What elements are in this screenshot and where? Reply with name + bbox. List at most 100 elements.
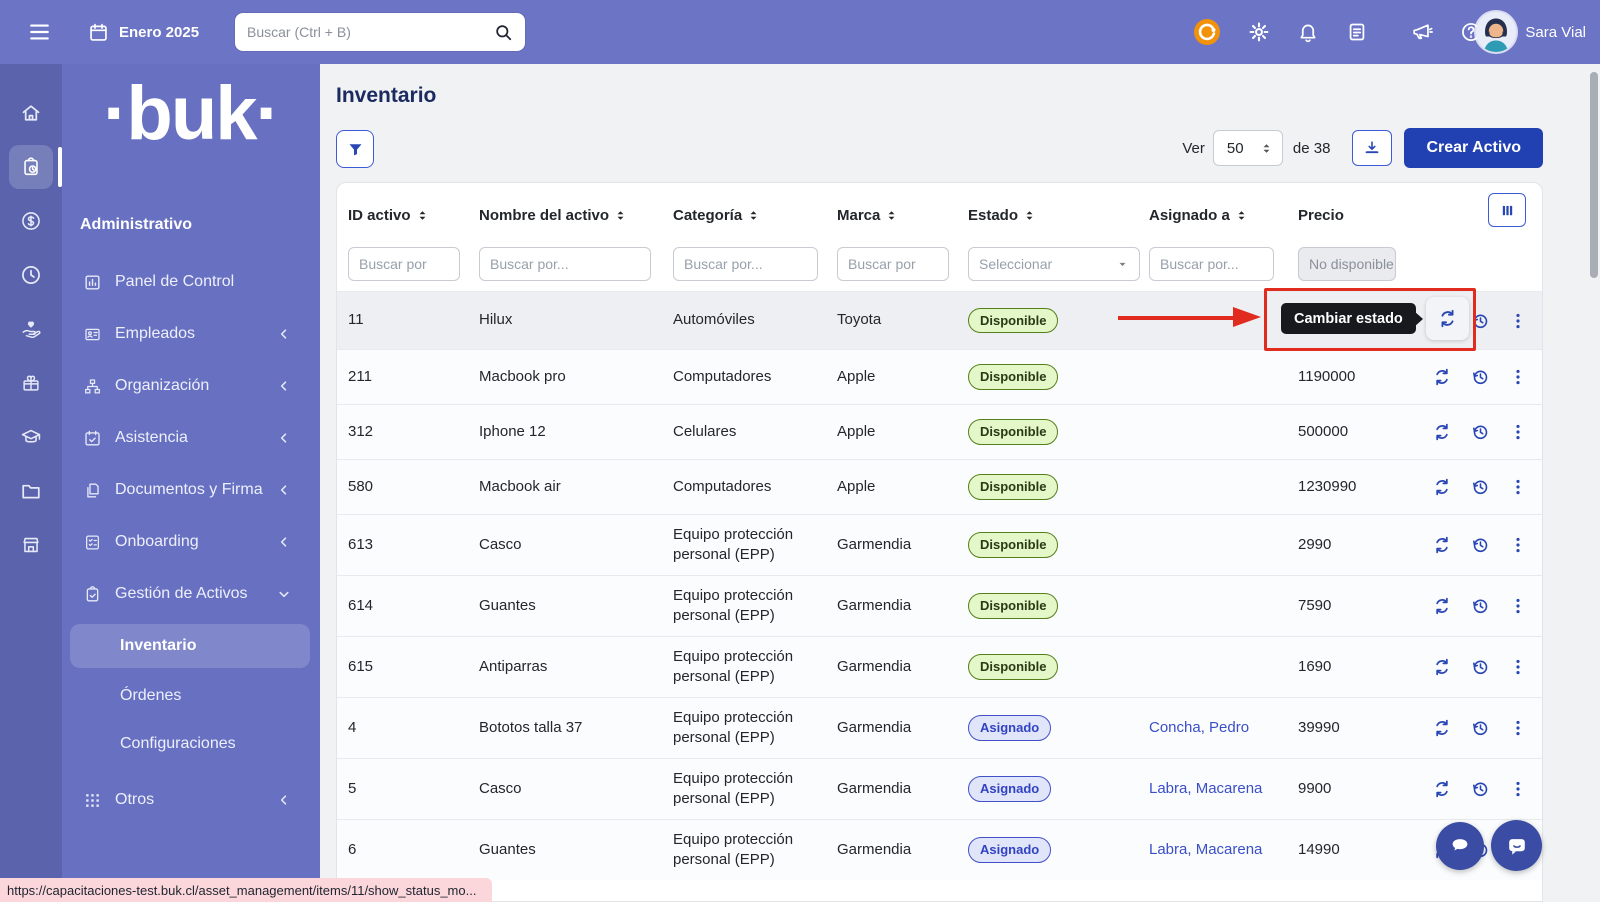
sidebar-item-documentosyfirma[interactable]: Documentos y Firma — [62, 464, 320, 516]
kebab-menu-icon[interactable] — [1508, 535, 1528, 555]
history-icon[interactable] — [1470, 596, 1490, 616]
cell-status: Disponible — [968, 308, 1149, 334]
cell-asset-id: 6 — [348, 840, 479, 860]
cell-brand: Garmendia — [837, 596, 968, 616]
kebab-menu-icon[interactable] — [1508, 477, 1528, 497]
column-header-id-activo[interactable]: ID activo — [348, 207, 479, 224]
sidebar-item-paneldecontrol[interactable]: Panel de Control — [62, 256, 320, 308]
assigned-person-link[interactable]: Labra, Macarena — [1149, 841, 1262, 858]
kebab-menu-icon[interactable] — [1508, 311, 1528, 331]
change-status-icon[interactable] — [1432, 477, 1452, 497]
kebab-menu-icon[interactable] — [1508, 779, 1528, 799]
filter-input-categoria[interactable] — [673, 247, 818, 281]
change-status-button[interactable] — [1426, 297, 1469, 340]
column-header-nombre-del-activo[interactable]: Nombre del activo — [479, 207, 673, 224]
menu-icon[interactable] — [28, 21, 51, 43]
global-search[interactable] — [235, 13, 525, 51]
column-header-marca[interactable]: Marca — [837, 207, 968, 224]
change-status-icon[interactable] — [1432, 779, 1452, 799]
table-row: 211Macbook proComputadoresAppleDisponibl… — [337, 349, 1542, 404]
kebab-menu-icon[interactable] — [1508, 367, 1528, 387]
user-menu[interactable]: Sara Vial — [1476, 0, 1586, 64]
column-header-asignado-a[interactable]: Asignado a — [1149, 207, 1298, 224]
filter-button[interactable] — [336, 130, 374, 168]
rail-item-store[interactable] — [0, 518, 62, 572]
rail-item-dollar[interactable] — [0, 194, 62, 248]
history-icon[interactable] — [1470, 535, 1490, 555]
assigned-person-link[interactable]: Concha, Pedro — [1149, 719, 1249, 736]
change-status-icon[interactable] — [1432, 718, 1452, 738]
change-status-icon[interactable] — [1432, 367, 1452, 387]
megaphone-icon[interactable] — [1411, 21, 1433, 43]
orbit-badge-icon[interactable] — [1193, 18, 1221, 46]
sort-arrows-icon — [1260, 142, 1273, 155]
search-icon[interactable] — [494, 23, 513, 42]
filter-input-asignado-a[interactable] — [1149, 247, 1274, 281]
assigned-person-link[interactable]: Labra, Macarena — [1149, 780, 1262, 797]
period-selector[interactable]: Enero 2025 — [88, 16, 199, 48]
help-chat-button[interactable] — [1491, 820, 1542, 871]
kebab-menu-icon[interactable] — [1508, 596, 1528, 616]
filter-input-id-activo[interactable] — [348, 247, 460, 281]
column-header-estado[interactable]: Estado — [968, 207, 1149, 224]
kebab-menu-icon[interactable] — [1508, 718, 1528, 738]
table-row: 4Bototos talla 37Equipo protección perso… — [337, 697, 1542, 758]
change-status-icon[interactable] — [1432, 422, 1452, 442]
sort — [747, 209, 760, 222]
change-status-icon[interactable] — [1432, 596, 1452, 616]
chat-bubble-button[interactable] — [1436, 822, 1484, 870]
rail-item-graduation[interactable] — [0, 410, 62, 464]
rail-item-home[interactable] — [0, 86, 62, 140]
columns-button[interactable] — [1488, 193, 1526, 227]
page-size-select[interactable]: 50 — [1213, 130, 1283, 166]
sidebar-item-onboarding[interactable]: Onboarding — [62, 516, 320, 568]
rail-item-folder[interactable] — [0, 464, 62, 518]
sidebar-item-asistencia[interactable]: Asistencia — [62, 412, 320, 464]
cell-category: Computadores — [673, 367, 837, 387]
cell-asset-name: Macbook pro — [479, 367, 673, 387]
filter-input-marca[interactable] — [837, 247, 949, 281]
download-icon — [1363, 139, 1381, 157]
buk-logo[interactable]: ·buk· — [62, 70, 320, 157]
change-status-icon[interactable] — [1432, 657, 1452, 677]
change-status-icon[interactable] — [1432, 535, 1452, 555]
columns-icon — [1500, 203, 1515, 218]
rail-item-clipboard-clock[interactable] — [0, 140, 62, 194]
sidebar-subitem-ordenes[interactable]: Órdenes — [62, 672, 320, 720]
history-icon[interactable] — [1470, 718, 1490, 738]
history-icon[interactable] — [1470, 367, 1490, 387]
search-input[interactable] — [247, 24, 494, 40]
history-icon[interactable] — [1470, 779, 1490, 799]
history-icon[interactable] — [1470, 657, 1490, 677]
cell-price: 7590 — [1298, 596, 1426, 616]
sidebar-subitem-configuraciones[interactable]: Configuraciones — [62, 720, 320, 768]
filter-select-estado[interactable]: Seleccionar — [968, 247, 1140, 281]
notes-icon[interactable] — [1346, 21, 1368, 43]
rail-item-clock[interactable] — [0, 248, 62, 302]
download-button[interactable] — [1352, 130, 1392, 166]
create-asset-button[interactable]: Crear Activo — [1404, 128, 1543, 168]
column-header-categoria[interactable]: Categoría — [673, 207, 837, 224]
sidebar-item-empleados[interactable]: Empleados — [62, 308, 320, 360]
gear-icon[interactable] — [1248, 21, 1270, 43]
rail-item-gift[interactable] — [0, 356, 62, 410]
filter-input-nombre-del-activo[interactable] — [479, 247, 651, 281]
scrollbar-thumb[interactable] — [1590, 72, 1598, 278]
sidebar-subitem-inventario[interactable]: Inventario — [70, 624, 310, 668]
history-icon[interactable] — [1470, 422, 1490, 442]
sidebar-item-gestiondeactivos[interactable]: Gestión de Activos — [62, 568, 320, 620]
kebab-menu-icon[interactable] — [1508, 657, 1528, 677]
kebab-menu-icon[interactable] — [1508, 422, 1528, 442]
rail-item-hand-heart[interactable] — [0, 302, 62, 356]
status-badge: Disponible — [968, 419, 1058, 445]
history-icon[interactable] — [1470, 477, 1490, 497]
column-label: Marca — [837, 207, 880, 224]
cell-brand: Garmendia — [837, 840, 968, 860]
sidebar-item-otros[interactable]: Otros — [62, 774, 320, 826]
row-actions — [1426, 535, 1543, 555]
sidebar-item-organizacion[interactable]: Organización — [62, 360, 320, 412]
topbar: Enero 2025 Sara Vial — [0, 0, 1600, 64]
bell-icon[interactable] — [1297, 21, 1319, 43]
total-count-label: de 38 — [1293, 140, 1331, 157]
cell-asset-id: 312 — [348, 422, 479, 442]
